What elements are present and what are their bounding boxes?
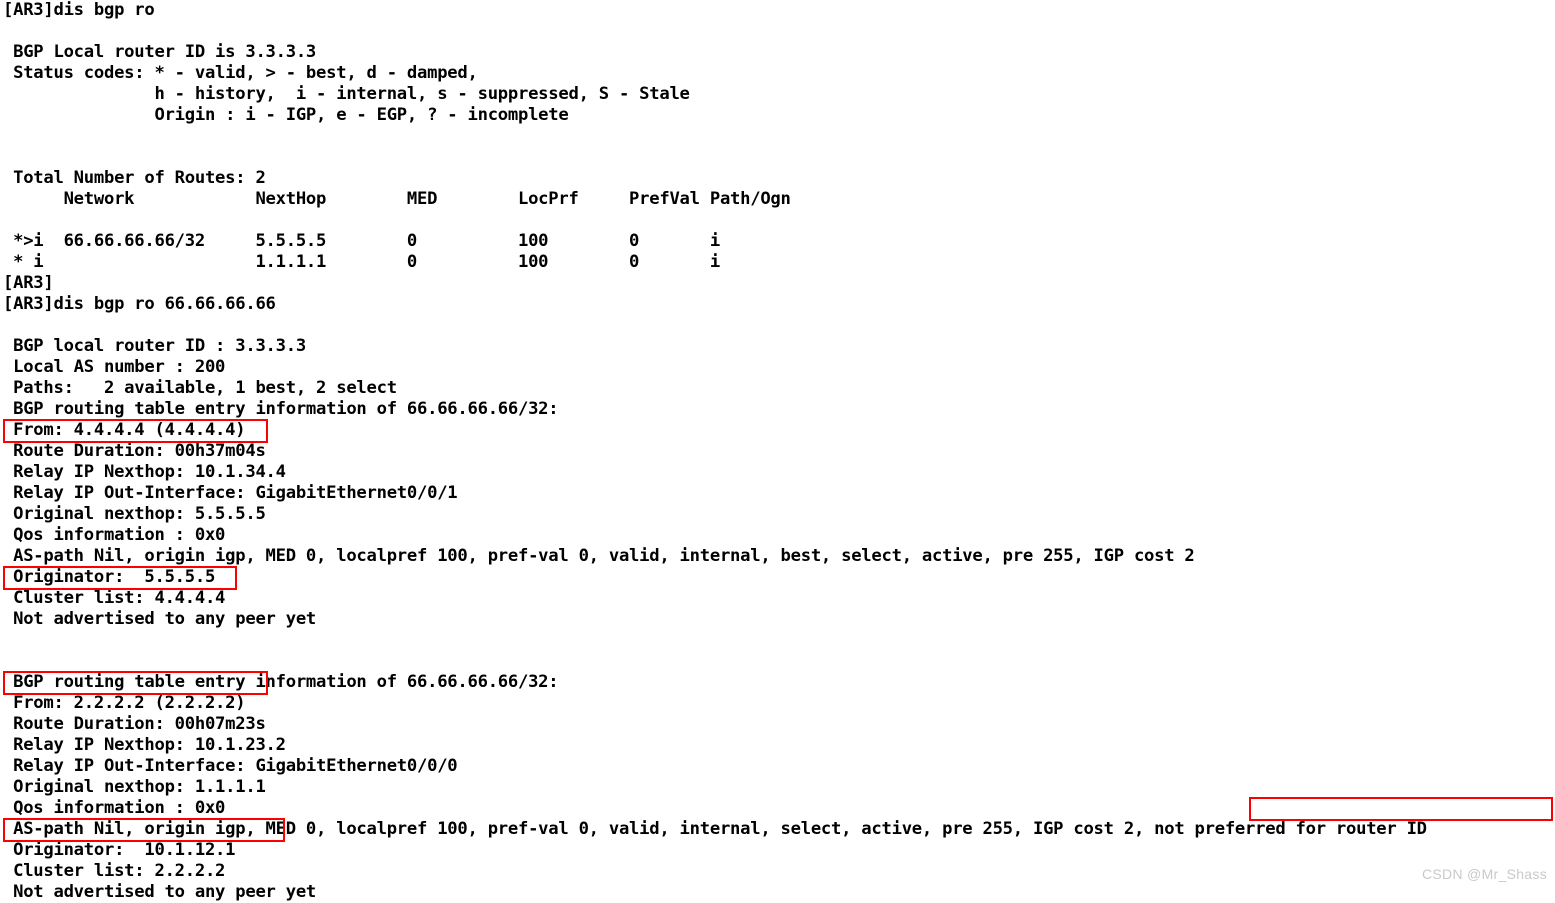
terminal-line: *>i 66.66.66.66/32 5.5.5.5 0 100 0 i	[3, 231, 720, 251]
terminal-line: * i 1.1.1.1 0 100 0 i	[3, 252, 720, 272]
terminal-line: Origin : i - IGP, e - EGP, ? - incomplet…	[3, 105, 569, 125]
terminal-line: Relay IP Nexthop: 10.1.34.4	[3, 462, 286, 482]
terminal-line: Original nexthop: 1.1.1.1	[3, 777, 266, 797]
terminal-line: Paths: 2 available, 1 best, 2 select	[3, 378, 397, 398]
terminal-output-window[interactable]: [AR3]dis bgp ro BGP Local router ID is 3…	[0, 0, 1555, 902]
terminal-line: Cluster list: 2.2.2.2	[3, 861, 226, 881]
terminal-line: BGP routing table entry information of 6…	[3, 399, 559, 419]
terminal-line: Total Number of Routes: 2	[3, 168, 266, 188]
terminal-line: Route Duration: 00h37m04s	[3, 441, 266, 461]
terminal-line: Qos information : 0x0	[3, 798, 226, 818]
terminal-line: Status codes: * - valid, > - best, d - d…	[3, 63, 478, 83]
terminal-line: Relay IP Out-Interface: GigabitEthernet0…	[3, 756, 458, 776]
terminal-line: Cluster list: 4.4.4.4	[3, 588, 226, 608]
watermark-label: CSDN @Mr_Shass	[1422, 866, 1547, 882]
terminal-line: [AR3]dis bgp ro 66.66.66.66	[3, 294, 276, 314]
terminal-line: AS-path Nil, origin igp, MED 0, localpre…	[3, 546, 1195, 566]
terminal-line: Relay IP Nexthop: 10.1.23.2	[3, 735, 286, 755]
terminal-line: AS-path Nil, origin igp, MED 0, localpre…	[3, 819, 1427, 839]
terminal-line: h - history, i - internal, s - suppresse…	[3, 84, 690, 104]
terminal-line: Not advertised to any peer yet	[3, 609, 317, 629]
terminal-line: BGP routing table entry information of 6…	[3, 672, 559, 692]
terminal-line: From: 2.2.2.2 (2.2.2.2)	[3, 693, 246, 713]
terminal-text-area: [AR3]dis bgp ro BGP Local router ID is 3…	[0, 0, 1555, 903]
terminal-line: From: 4.4.4.4 (4.4.4.4)	[3, 420, 246, 440]
terminal-line: Originator: 10.1.12.1	[3, 840, 236, 860]
terminal-line: Local AS number : 200	[3, 357, 226, 377]
terminal-line: Route Duration: 00h07m23s	[3, 714, 266, 734]
terminal-line: Original nexthop: 5.5.5.5	[3, 504, 266, 524]
terminal-line: Originator: 5.5.5.5	[3, 567, 216, 587]
terminal-line: Relay IP Out-Interface: GigabitEthernet0…	[3, 483, 458, 503]
terminal-line: [AR3]dis bgp ro	[3, 0, 155, 20]
terminal-line: BGP local router ID : 3.3.3.3	[3, 336, 306, 356]
terminal-line: Qos information : 0x0	[3, 525, 226, 545]
terminal-line: Not advertised to any peer yet	[3, 882, 317, 902]
terminal-line: Network NextHop MED LocPrf PrefVal Path/…	[3, 189, 791, 209]
terminal-line: [AR3]	[3, 273, 54, 293]
terminal-line: BGP Local router ID is 3.3.3.3	[3, 42, 317, 62]
